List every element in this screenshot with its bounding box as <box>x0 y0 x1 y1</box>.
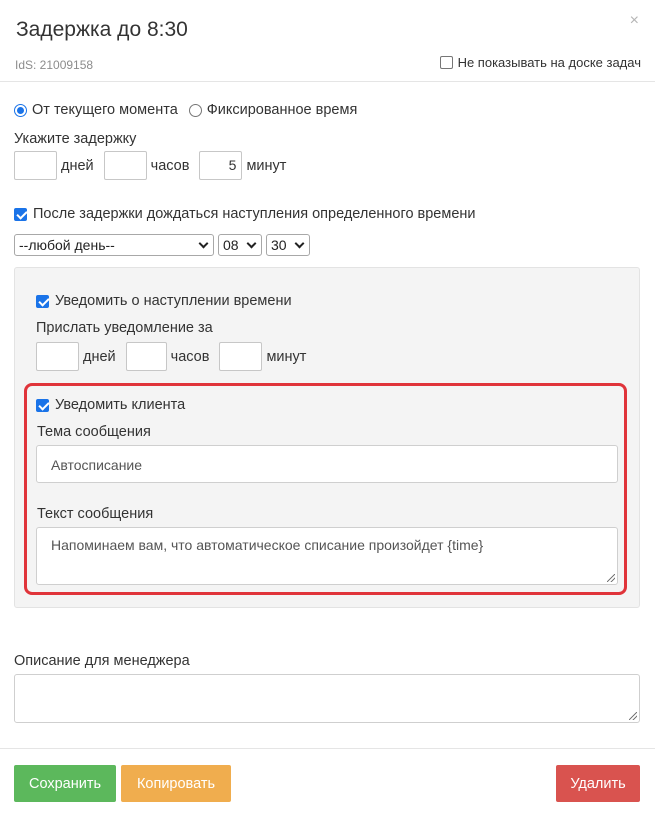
radio-fixed-time-label: Фиксированное время <box>206 102 358 118</box>
delay-days-unit: дней <box>61 157 94 174</box>
delay-label: Укажите задержку <box>14 131 137 147</box>
message-text-value: Напоминаем вам, что автоматическое списа… <box>51 537 484 553</box>
hour-select[interactable]: 08 <box>218 234 262 256</box>
radio-fixed-time[interactable] <box>188 103 202 117</box>
delay-minutes-unit: минут <box>246 157 287 174</box>
minute-select-value: 30 <box>271 237 287 253</box>
footer-divider <box>0 748 655 749</box>
message-textarea[interactable]: Напоминаем вам, что автоматическое списа… <box>36 527 618 585</box>
notify-hours-unit: часов <box>170 348 210 365</box>
notify-client-checkbox[interactable] <box>36 398 49 412</box>
minute-select[interactable]: 30 <box>266 234 310 256</box>
delay-inputs-row: дней часов 5 минут <box>14 151 296 180</box>
notify-time-option[interactable]: Уведомить о наступлении времени <box>36 293 292 309</box>
delay-hours-input[interactable] <box>103 151 147 180</box>
resize-handle-icon[interactable] <box>629 712 637 720</box>
message-text-label: Текст сообщения <box>37 506 154 522</box>
resize-handle-icon[interactable] <box>607 574 615 582</box>
chevron-down-icon <box>246 238 257 248</box>
mode-radio-group: От текущего момента Фиксированное время <box>14 102 357 118</box>
send-label-row: Прислать уведомление за <box>36 320 213 336</box>
notify-days-input[interactable] <box>36 342 79 371</box>
delay-minutes-input[interactable]: 5 <box>199 151 243 180</box>
notify-minutes-unit: минут <box>266 348 307 365</box>
wait-until-option[interactable]: После задержки дождаться наступления опр… <box>14 206 476 222</box>
delete-button[interactable]: Удалить <box>556 765 640 802</box>
notify-client-label: Уведомить клиента <box>55 397 186 413</box>
radio-from-now-label: От текущего момента <box>32 102 178 118</box>
day-select-value: --любой день-- <box>19 237 115 253</box>
notify-days-unit: дней <box>83 348 116 365</box>
notify-client-option[interactable]: Уведомить клиента <box>36 397 185 413</box>
subject-label: Тема сообщения <box>37 424 151 440</box>
wait-until-selects: --любой день-- 08 30 <box>14 234 310 256</box>
manager-description-label: Описание для менеджера <box>14 653 190 669</box>
notify-time-checkbox[interactable] <box>36 294 49 308</box>
send-notification-label: Прислать уведомление за <box>36 320 213 336</box>
day-select[interactable]: --любой день-- <box>14 234 214 256</box>
modal-title: Задержка до 8:30 <box>16 18 188 41</box>
hour-select-value: 08 <box>223 237 239 253</box>
hide-on-board-option[interactable]: Не показывать на доске задач <box>439 55 641 70</box>
save-button[interactable]: Сохранить <box>14 765 116 802</box>
chevron-down-icon <box>294 238 305 248</box>
notify-inputs-row: дней часов минут <box>36 342 316 371</box>
radio-from-now[interactable] <box>14 103 27 117</box>
notify-time-label: Уведомить о наступлении времени <box>55 293 292 309</box>
hide-on-board-label: Не показывать на доске задач <box>457 55 641 70</box>
chevron-down-icon <box>198 238 209 248</box>
close-icon[interactable]: × <box>630 12 639 30</box>
delay-label-row: Укажите задержку <box>14 131 136 147</box>
delay-hours-unit: часов <box>150 157 190 174</box>
delay-days-input[interactable] <box>14 151 57 180</box>
notify-hours-input[interactable] <box>125 342 167 371</box>
manager-description-textarea[interactable] <box>14 674 640 723</box>
ids-label: IdS: 21009158 <box>15 58 94 72</box>
delay-modal: Задержка до 8:30 × IdS: 21009158 Не пока… <box>0 0 655 815</box>
subject-input[interactable]: Автосписание <box>36 445 618 483</box>
modal-header: Задержка до 8:30 × IdS: 21009158 Не пока… <box>0 0 655 82</box>
wait-until-checkbox[interactable] <box>14 207 27 221</box>
manager-label-row: Описание для менеджера <box>14 653 190 669</box>
wait-until-label: После задержки дождаться наступления опр… <box>33 206 476 222</box>
subject-label-row: Тема сообщения <box>37 424 151 440</box>
notify-minutes-input[interactable] <box>219 342 263 371</box>
copy-button[interactable]: Копировать <box>121 765 231 802</box>
hide-on-board-checkbox[interactable] <box>439 56 453 69</box>
message-label-row: Текст сообщения <box>37 506 153 522</box>
